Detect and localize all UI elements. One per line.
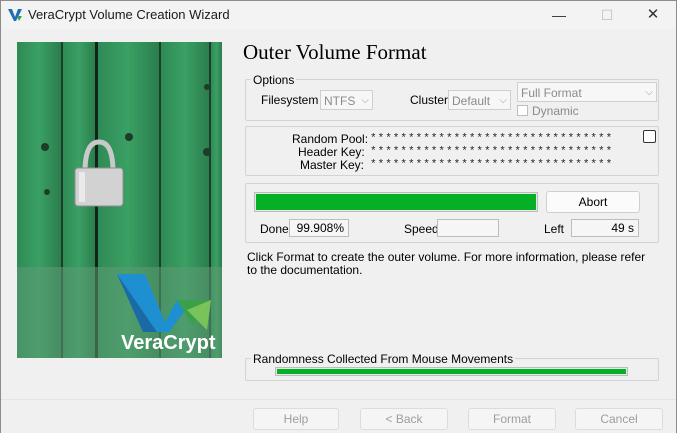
format-progress-fill xyxy=(256,194,536,210)
chevron-down-icon: ⌵ xyxy=(361,95,369,106)
header-key-label: Header Key: xyxy=(298,145,365,159)
random-pool-label: Random Pool: xyxy=(292,132,369,146)
randomness-progress-fill xyxy=(277,369,626,374)
format-progress-bar xyxy=(254,192,538,212)
randomness-progress-bar xyxy=(275,367,628,376)
page-title: Outer Volume Format xyxy=(243,40,427,64)
green-door-padlock-illustration xyxy=(17,42,222,358)
filesystem-value: NTFS xyxy=(324,94,356,108)
speed-value xyxy=(437,219,499,237)
format-button[interactable]: Format xyxy=(468,408,556,430)
cancel-button[interactable]: Cancel xyxy=(575,408,663,430)
master-key-value: ******************************** xyxy=(370,159,614,171)
minimize-button[interactable]: — xyxy=(536,1,582,29)
cluster-label: Cluster xyxy=(410,93,449,107)
abort-button[interactable]: Abort xyxy=(546,191,640,213)
filesystem-select[interactable]: NTFS ⌵ xyxy=(320,90,373,110)
window-title: VeraCrypt Volume Creation Wizard xyxy=(28,7,230,22)
chevron-down-icon: ⌵ xyxy=(499,95,507,106)
close-button[interactable]: ✕ xyxy=(630,1,676,29)
format-mode-value: Full Format xyxy=(521,86,582,100)
done-label: Done xyxy=(260,222,289,236)
chevron-down-icon: ⌵ xyxy=(645,87,653,98)
show-keys-checkbox[interactable] xyxy=(643,130,656,143)
random-pool-value: ******************************** xyxy=(370,133,614,145)
speed-label: Speed xyxy=(404,222,439,236)
cluster-select[interactable]: Default ⌵ xyxy=(448,90,511,110)
time-left-label: Left xyxy=(544,222,565,236)
cluster-value: Default xyxy=(452,94,491,108)
header-key-value: ******************************** xyxy=(370,146,614,158)
veracrypt-app-icon xyxy=(8,9,22,21)
veracrypt-logo-text: VeraCrypt xyxy=(121,332,216,354)
back-button[interactable]: < Back xyxy=(360,408,448,430)
randomness-label: Randomness Collected From Mouse Movement… xyxy=(251,352,516,366)
info-text: Click Format to create the outer volume.… xyxy=(247,250,646,277)
format-mode-select[interactable]: Full Format ⌵ xyxy=(517,82,657,102)
dynamic-checkbox[interactable] xyxy=(517,105,528,116)
options-group-label: Options xyxy=(251,73,297,87)
maximize-button[interactable]: ☐ xyxy=(584,1,630,29)
wizard-window: VeraCrypt Volume Creation Wizard — ☐ ✕ V… xyxy=(0,0,677,433)
help-button[interactable]: Help xyxy=(253,408,339,430)
done-value: 99.908% xyxy=(289,219,349,237)
filesystem-label: Filesystem xyxy=(261,93,319,107)
master-key-label: Master Key: xyxy=(300,158,365,172)
dynamic-label: Dynamic xyxy=(532,104,579,118)
time-left-value: 49 s xyxy=(571,219,639,237)
wizard-side-image: VeraCrypt xyxy=(17,42,222,358)
title-bar[interactable]: VeraCrypt Volume Creation Wizard — ☐ ✕ xyxy=(1,1,676,29)
